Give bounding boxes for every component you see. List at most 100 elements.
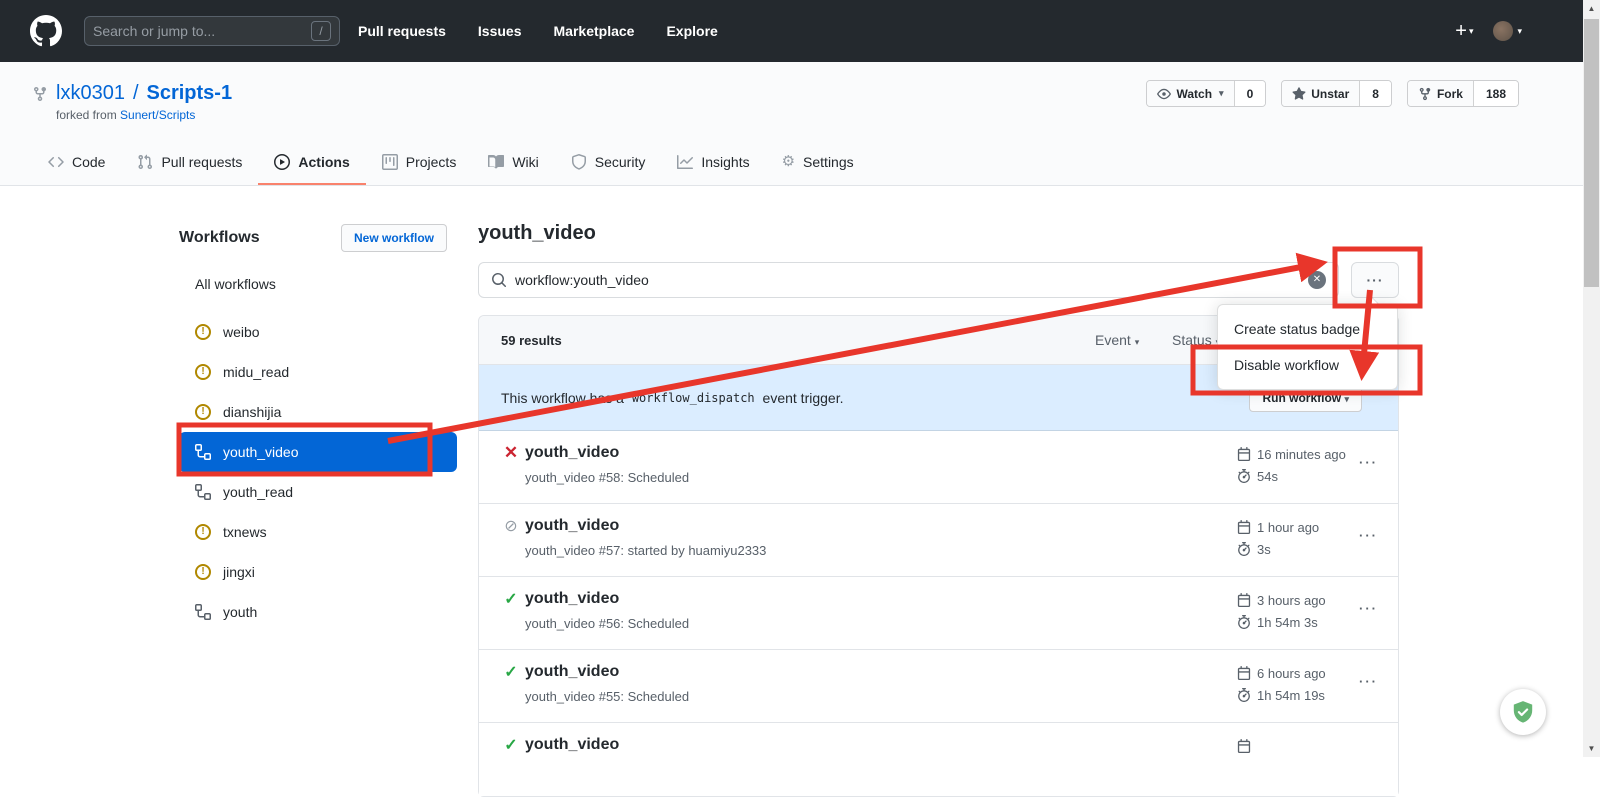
repo-header: lxk0301 / Scripts-1 forked from Sunert/S… (0, 62, 1600, 186)
star-icon (1292, 87, 1306, 101)
sidebar-item-label: midu_read (223, 364, 289, 380)
create-new-button[interactable]: + ▾ (1455, 20, 1473, 43)
stopwatch-icon (1237, 688, 1251, 702)
fork-button[interactable]: Fork (1408, 81, 1473, 106)
event-filter-label: Event (1095, 332, 1131, 348)
star-count[interactable]: 8 (1359, 81, 1391, 106)
run-title-link[interactable]: youth_video (525, 663, 619, 681)
tab-insights[interactable]: Insights (661, 141, 765, 185)
calendar-icon (1237, 739, 1251, 753)
page-scrollbar[interactable]: ▲ ▼ (1583, 0, 1600, 757)
watch-count[interactable]: 0 (1234, 81, 1266, 106)
warning-icon: ! (195, 404, 211, 420)
status-filter-dropdown[interactable]: Status ▾ (1172, 332, 1220, 348)
run-row-55: ✓ youth_video youth_video #55: Scheduled… (479, 650, 1398, 723)
run-title-link[interactable]: youth_video (525, 736, 619, 754)
stopwatch-icon (1237, 542, 1251, 556)
global-search[interactable]: / (84, 16, 340, 46)
run-title-link[interactable]: youth_video (525, 517, 619, 535)
run-options-kebab-button[interactable]: ··· (1359, 601, 1378, 616)
run-meta: 3 hours ago 1h 54m 3s (1237, 589, 1326, 633)
workflow-icon (195, 484, 211, 500)
watch-button[interactable]: Watch ▾ (1147, 81, 1233, 106)
tab-actions[interactable]: Actions (258, 141, 365, 185)
event-filter-dropdown[interactable]: Event ▾ (1095, 332, 1139, 348)
tab-wiki[interactable]: Wiki (472, 141, 554, 185)
project-icon (382, 154, 398, 170)
adblock-shield-badge[interactable] (1500, 689, 1546, 735)
github-logo-icon[interactable] (30, 15, 62, 47)
tab-settings[interactable]: ⚙ Settings (766, 141, 870, 185)
sidebar-item-youth[interactable]: youth (179, 592, 447, 632)
run-options-kebab-button[interactable]: ··· (1359, 674, 1378, 689)
clear-search-button[interactable]: ✕ (1308, 271, 1326, 289)
warning-icon: ! (195, 324, 211, 340)
forked-from-label: forked from (56, 108, 117, 122)
chevron-down-icon: ▾ (1517, 26, 1522, 37)
run-subtitle: youth_video #56: Scheduled (525, 616, 689, 631)
calendar-icon (1237, 666, 1251, 680)
header-right: + ▾ ▾ (1455, 20, 1522, 43)
tab-code[interactable]: Code (32, 141, 121, 185)
failure-x-icon: ✕ (501, 443, 521, 463)
run-options-kebab-button[interactable]: ··· (1359, 455, 1378, 470)
tab-pull-requests[interactable]: Pull requests (121, 141, 258, 185)
repo-owner-link[interactable]: lxk0301 (56, 82, 125, 105)
tab-projects[interactable]: Projects (366, 141, 473, 185)
eye-icon (1157, 87, 1171, 101)
workflow-icon (195, 604, 211, 620)
breadcrumb-separator: / (133, 82, 139, 105)
sidebar-item-dianshijia[interactable]: ! dianshijia (179, 392, 447, 432)
run-meta (1237, 735, 1251, 757)
run-subtitle: youth_video #55: Scheduled (525, 689, 689, 704)
nav-pull-requests[interactable]: Pull requests (358, 23, 446, 39)
run-options-kebab-button[interactable]: ··· (1359, 528, 1378, 543)
unstar-button[interactable]: Unstar (1282, 81, 1359, 106)
scroll-down-icon[interactable]: ▼ (1583, 740, 1600, 757)
scroll-up-icon[interactable]: ▲ (1583, 0, 1600, 17)
sidebar-item-txnews[interactable]: ! txnews (179, 512, 447, 552)
run-row-57: ⊘ youth_video youth_video #57: started b… (479, 504, 1398, 577)
run-meta: 6 hours ago 1h 54m 19s (1237, 662, 1326, 706)
sidebar-item-midu-read[interactable]: ! midu_read (179, 352, 447, 392)
nav-explore[interactable]: Explore (666, 23, 717, 39)
run-title-link[interactable]: youth_video (525, 590, 619, 608)
run-title-link[interactable]: youth_video (525, 444, 619, 462)
global-search-input[interactable] (93, 23, 311, 39)
scrollbar-thumb[interactable] (1584, 19, 1599, 287)
menu-item-disable-workflow[interactable]: Disable workflow (1218, 347, 1397, 383)
star-button-group: Unstar 8 (1281, 80, 1392, 107)
new-workflow-button[interactable]: New workflow (341, 224, 447, 252)
user-menu-button[interactable]: ▾ (1493, 21, 1522, 41)
nav-marketplace[interactable]: Marketplace (554, 23, 635, 39)
play-circle-icon (274, 154, 290, 170)
fork-count[interactable]: 188 (1473, 81, 1518, 106)
tab-label: Actions (298, 154, 349, 170)
workflow-options-menu: Create status badge Disable workflow (1217, 304, 1398, 390)
sidebar-item-all-workflows[interactable]: All workflows (179, 264, 447, 304)
sidebar-item-label: youth_video (223, 444, 299, 460)
sidebar-item-youth-video[interactable]: youth_video (179, 432, 457, 472)
tab-label: Projects (406, 154, 457, 170)
sidebar-item-youth-read[interactable]: youth_read (179, 472, 447, 512)
sidebar-item-label: dianshijia (223, 404, 281, 420)
run-filter-input[interactable] (515, 272, 1300, 288)
success-check-icon: ✓ (501, 589, 521, 609)
tab-security[interactable]: Security (555, 141, 662, 185)
sidebar-item-weibo[interactable]: ! weibo (179, 312, 447, 352)
repo-name-link[interactable]: Scripts-1 (147, 82, 233, 105)
sidebar-item-label: All workflows (195, 276, 276, 292)
workflow-run-search[interactable]: ✕ (478, 262, 1339, 298)
sidebar-item-jingxi[interactable]: ! jingxi (179, 552, 447, 592)
run-time: 3 hours ago (1257, 593, 1326, 608)
menu-item-create-status-badge[interactable]: Create status badge (1218, 311, 1397, 347)
cancelled-icon: ⊘ (501, 516, 521, 536)
fork-button-group: Fork 188 (1407, 80, 1519, 107)
tab-label: Wiki (512, 154, 538, 170)
nav-issues[interactable]: Issues (478, 23, 522, 39)
forked-from-link[interactable]: Sunert/Scripts (120, 108, 195, 122)
run-row-56: ✓ youth_video youth_video #56: Scheduled… (479, 577, 1398, 650)
repo-social-actions: Watch ▾ 0 Unstar 8 Fork 188 (1146, 80, 1519, 107)
header-nav: Pull requests Issues Marketplace Explore (358, 23, 718, 39)
code-icon (48, 154, 64, 170)
